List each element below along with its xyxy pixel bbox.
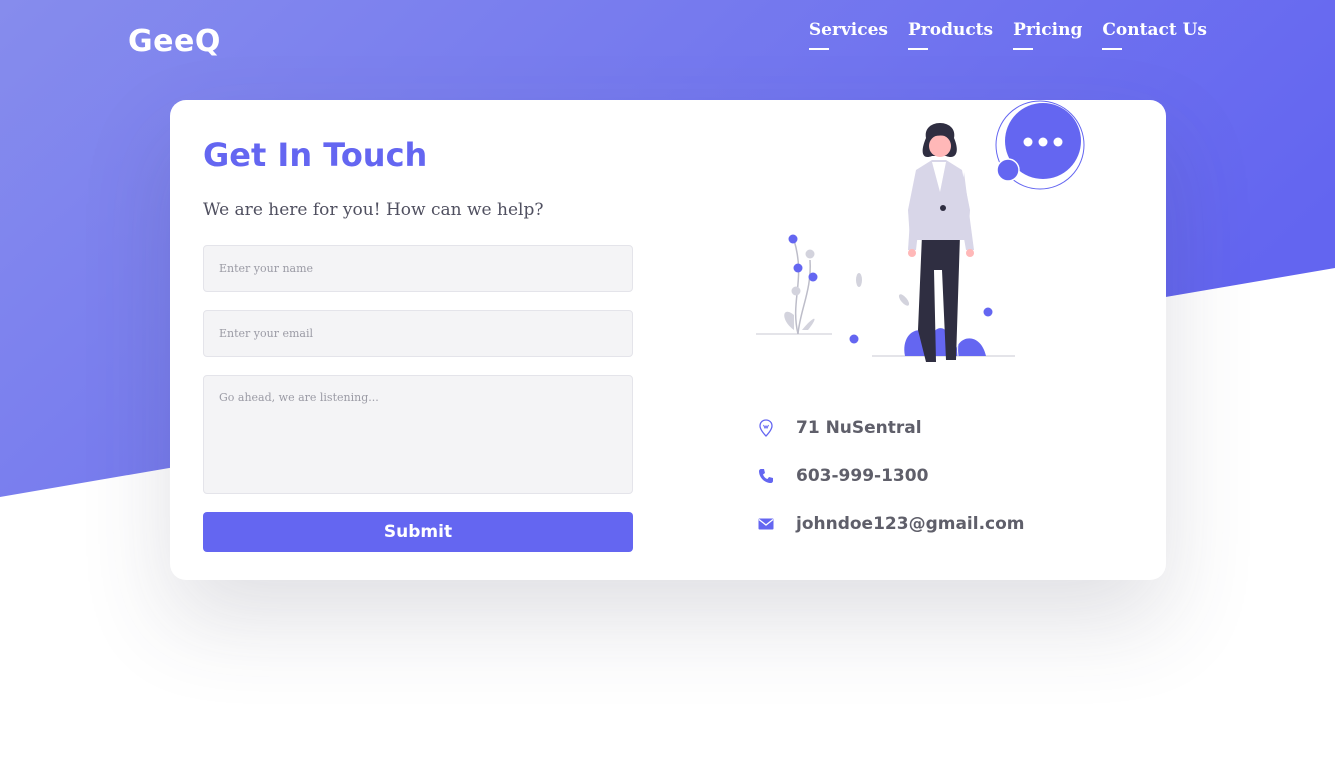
email-text[interactable]: johndoe123@gmail.com (796, 514, 1025, 534)
name-input[interactable] (203, 245, 633, 292)
contact-email: johndoe123@gmail.com (756, 514, 1025, 534)
brand-logo[interactable]: GeeQ (128, 24, 221, 59)
address-text: 71 NuSentral (796, 418, 922, 438)
nav-pricing[interactable]: Pricing (1013, 20, 1082, 50)
phone-text[interactable]: 603-999-1300 (796, 466, 928, 486)
contact-phone: 603-999-1300 (756, 466, 928, 486)
nav-services[interactable]: Services (808, 20, 888, 50)
main-nav: Services Products Pricing Contact Us (808, 20, 1207, 50)
nav-contact-us[interactable]: Contact Us (1102, 20, 1207, 50)
page-title: Get In Touch (203, 136, 428, 174)
woman-with-chat-bubble-illustration (756, 100, 1085, 362)
page: GeeQ Services Products Pricing Contact U… (0, 0, 1335, 765)
message-textarea[interactable] (203, 375, 633, 494)
page-subtitle: We are here for you! How can we help? (203, 200, 544, 220)
nav-products[interactable]: Products (908, 20, 993, 50)
envelope-icon (756, 514, 776, 534)
contact-card: Get In Touch We are here for you! How ca… (170, 100, 1166, 580)
email-input[interactable] (203, 310, 633, 357)
contact-address: 71 NuSentral (756, 418, 922, 438)
phone-icon (756, 466, 776, 486)
location-pin-icon (756, 418, 776, 438)
submit-button[interactable]: Submit (203, 512, 633, 552)
